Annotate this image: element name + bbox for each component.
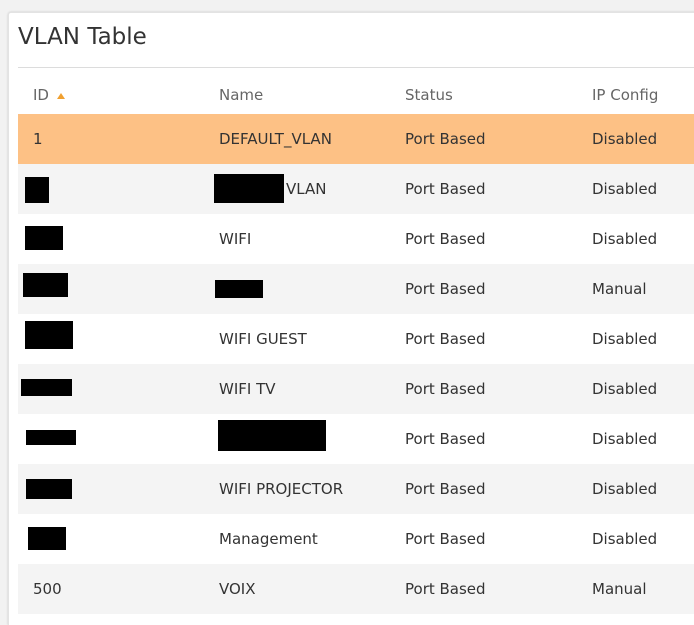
cell-ip-config: Disabled (592, 380, 658, 398)
column-header-status[interactable]: Status (405, 86, 453, 104)
table-header: ID Name Status IP Config (18, 83, 694, 114)
cell-id: 500 (33, 580, 62, 598)
panel-title: VLAN Table (18, 24, 147, 50)
cell-name: VOIX (219, 580, 256, 598)
redaction-block (214, 174, 284, 203)
cell-ip-config: Disabled (592, 130, 658, 148)
redaction-block (26, 479, 72, 499)
column-header-label: Name (219, 86, 264, 104)
cell-ip-config: Disabled (592, 430, 658, 448)
cell-ip-config: Disabled (592, 330, 658, 348)
cell-name: WIFI TV (219, 380, 276, 398)
cell-ip-config: Manual (592, 280, 647, 298)
cell-ip-config: Disabled (592, 480, 658, 498)
cell-ip-config: Disabled (592, 180, 658, 198)
redaction-block (28, 527, 66, 550)
cell-id: 1 (33, 130, 43, 148)
cell-name: WIFI (219, 230, 252, 248)
redaction-block (215, 280, 263, 298)
cell-ip-config: Disabled (592, 530, 658, 548)
table-row[interactable]: Port Based Manual (18, 264, 694, 314)
column-header-label: IP Config (592, 86, 659, 104)
table-row[interactable]: WIFI TV Port Based Disabled (18, 364, 694, 414)
sort-ascending-icon (56, 93, 65, 99)
table-row[interactable]: 500 VOIX Port Based Manual (18, 564, 694, 614)
table-row-selected[interactable]: 1 DEFAULT_VLAN Port Based Disabled (18, 114, 694, 164)
cell-name: DEFAULT_VLAN (219, 130, 332, 148)
column-header-id[interactable]: ID (33, 86, 65, 104)
cell-status: Port Based (405, 430, 486, 448)
column-header-label: ID (33, 86, 49, 104)
table-row[interactable]: Port Based Disabled (18, 414, 694, 464)
redaction-block (218, 420, 326, 451)
cell-status: Port Based (405, 230, 486, 248)
cell-name: WIFI GUEST (219, 330, 307, 348)
cell-name: Management (219, 530, 318, 548)
vlan-table-panel: VLAN Table ID Name Status IP Config 1 DE… (8, 12, 694, 625)
redaction-block (26, 430, 76, 445)
cell-status: Port Based (405, 530, 486, 548)
table-row[interactable]: WIFI PROJECTOR Port Based Disabled (18, 464, 694, 514)
redaction-block (25, 321, 73, 349)
table-row[interactable]: WIFI GUEST Port Based Disabled (18, 314, 694, 364)
cell-name: WIFI PROJECTOR (219, 480, 344, 498)
cell-status: Port Based (405, 380, 486, 398)
column-header-ip-config[interactable]: IP Config (592, 86, 658, 104)
redaction-block (25, 177, 49, 203)
table-row[interactable]: WIFI Port Based Disabled (18, 214, 694, 264)
cell-status: Port Based (405, 130, 486, 148)
cell-status: Port Based (405, 280, 486, 298)
redaction-block (23, 273, 68, 297)
column-header-label: Status (405, 86, 453, 104)
title-divider (18, 67, 694, 68)
column-header-name[interactable]: Name (219, 86, 263, 104)
table-row[interactable]: VLAN Port Based Disabled (18, 164, 694, 214)
table-row[interactable]: Management Port Based Disabled (18, 514, 694, 564)
cell-status: Port Based (405, 330, 486, 348)
vlan-table: ID Name Status IP Config 1 DEFAULT_VLAN … (18, 83, 694, 614)
cell-name: VLAN (286, 180, 327, 198)
cell-status: Port Based (405, 480, 486, 498)
cell-ip-config: Disabled (592, 230, 658, 248)
cell-status: Port Based (405, 580, 486, 598)
cell-ip-config: Manual (592, 580, 647, 598)
redaction-block (21, 379, 72, 396)
cell-status: Port Based (405, 180, 486, 198)
redaction-block (25, 226, 63, 250)
